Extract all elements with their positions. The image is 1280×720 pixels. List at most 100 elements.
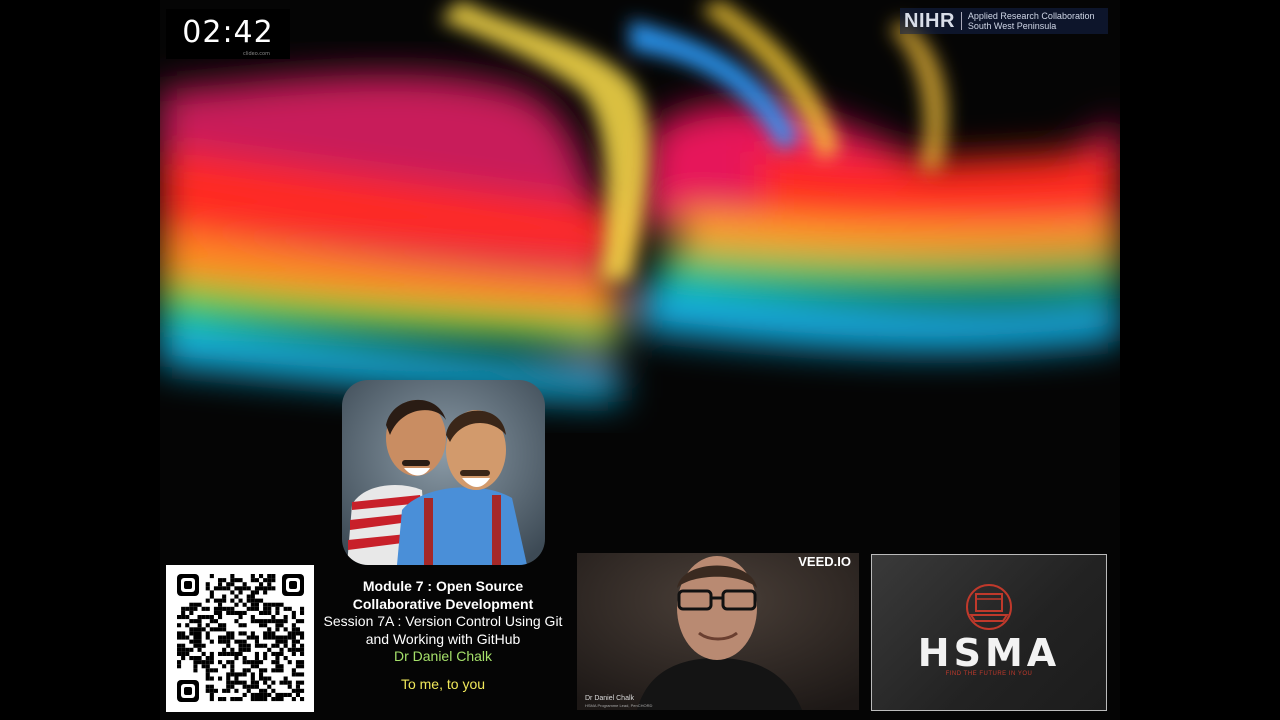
- qr-module: [271, 660, 276, 665]
- qr-module: [209, 660, 214, 665]
- qr-module: [242, 680, 247, 685]
- qr-module: [279, 602, 284, 607]
- qr-module: [263, 643, 268, 648]
- qr-module: [238, 639, 243, 644]
- logo-divider: [960, 12, 962, 30]
- qr-module: [291, 668, 296, 673]
- qr-module: [222, 594, 227, 599]
- qr-module: [250, 615, 255, 620]
- qr-module: [197, 623, 202, 628]
- qr-module: [242, 623, 247, 628]
- qr-module: [259, 582, 264, 587]
- qr-module: [218, 697, 223, 702]
- qr-module: [250, 602, 255, 607]
- qr-module: [283, 619, 288, 624]
- qr-module: [300, 635, 305, 640]
- qr-module: [230, 590, 235, 595]
- qr-module: [295, 619, 300, 624]
- qr-module: [222, 647, 227, 652]
- qr-module: [250, 578, 255, 583]
- qr-module: [263, 631, 268, 636]
- qr-module: [181, 606, 186, 611]
- qr-module: [230, 684, 235, 689]
- qr-module: [226, 586, 231, 591]
- qr-module: [254, 664, 259, 669]
- qr-module: [242, 684, 247, 689]
- qr-module: [209, 688, 214, 693]
- qr-module: [222, 598, 227, 603]
- qr-module: [205, 660, 210, 665]
- qr-module: [300, 672, 305, 677]
- qr-module: [246, 635, 251, 640]
- qr-module: [193, 602, 198, 607]
- qr-module: [205, 676, 210, 681]
- qr-module: [271, 643, 276, 648]
- qr-module: [201, 606, 206, 611]
- qr-module: [189, 631, 194, 636]
- qr-module: [177, 664, 182, 669]
- qr-module: [181, 610, 186, 615]
- qr-module: [205, 635, 210, 640]
- presenter-photo: [342, 380, 545, 565]
- qr-module: [254, 643, 259, 648]
- countdown-timer: 02:42 clideo.com: [166, 9, 290, 59]
- qr-module: [209, 651, 214, 656]
- qr-module: [283, 692, 288, 697]
- qr-module: [295, 639, 300, 644]
- qr-module: [279, 668, 284, 673]
- qr-module: [177, 647, 182, 652]
- qr-module: [205, 586, 210, 591]
- qr-code[interactable]: [166, 565, 314, 712]
- qr-module: [218, 623, 223, 628]
- qr-module: [287, 680, 292, 685]
- qr-module: [267, 676, 272, 681]
- qr-module: [250, 664, 255, 669]
- qr-module: [238, 651, 243, 656]
- qr-module: [275, 635, 280, 640]
- qr-module: [181, 635, 186, 640]
- qr-module: [246, 647, 251, 652]
- nihr-line-1: Applied Research Collaboration: [967, 11, 1095, 21]
- qr-module: [275, 668, 280, 673]
- qr-module: [300, 619, 305, 624]
- qr-module: [234, 651, 239, 656]
- qr-module: [279, 664, 284, 669]
- qr-module: [300, 664, 305, 669]
- qr-module: [279, 692, 284, 697]
- qr-module: [250, 619, 255, 624]
- qr-module: [185, 615, 190, 620]
- qr-module: [242, 656, 247, 661]
- qr-module: [283, 680, 288, 685]
- qr-module: [263, 619, 268, 624]
- qr-module: [177, 631, 182, 636]
- qr-module: [267, 582, 272, 587]
- qr-module: [275, 623, 280, 628]
- qr-module: [300, 610, 305, 615]
- qr-module: [275, 660, 280, 665]
- qr-module: [177, 635, 182, 640]
- qr-module: [218, 676, 223, 681]
- qr-module: [205, 623, 210, 628]
- qr-module: [250, 684, 255, 689]
- qr-module: [197, 619, 202, 624]
- qr-module: [230, 668, 235, 673]
- qr-module: [197, 631, 202, 636]
- qr-module: [222, 688, 227, 693]
- qr-module: [275, 602, 280, 607]
- qr-module: [283, 639, 288, 644]
- qr-module: [234, 594, 239, 599]
- qr-module: [295, 692, 300, 697]
- qr-module: [250, 672, 255, 677]
- hsma-logo-panel: HSMA FIND THE FUTURE IN YOU: [871, 554, 1107, 711]
- qr-module: [254, 598, 259, 603]
- qr-module: [234, 619, 239, 624]
- qr-module: [259, 676, 264, 681]
- qr-module: [226, 610, 231, 615]
- qr-module: [234, 688, 239, 693]
- qr-module: [205, 582, 210, 587]
- qr-module: [230, 578, 235, 583]
- qr-module: [213, 688, 218, 693]
- qr-module: [259, 668, 264, 673]
- qr-module: [295, 684, 300, 689]
- qr-module: [230, 635, 235, 640]
